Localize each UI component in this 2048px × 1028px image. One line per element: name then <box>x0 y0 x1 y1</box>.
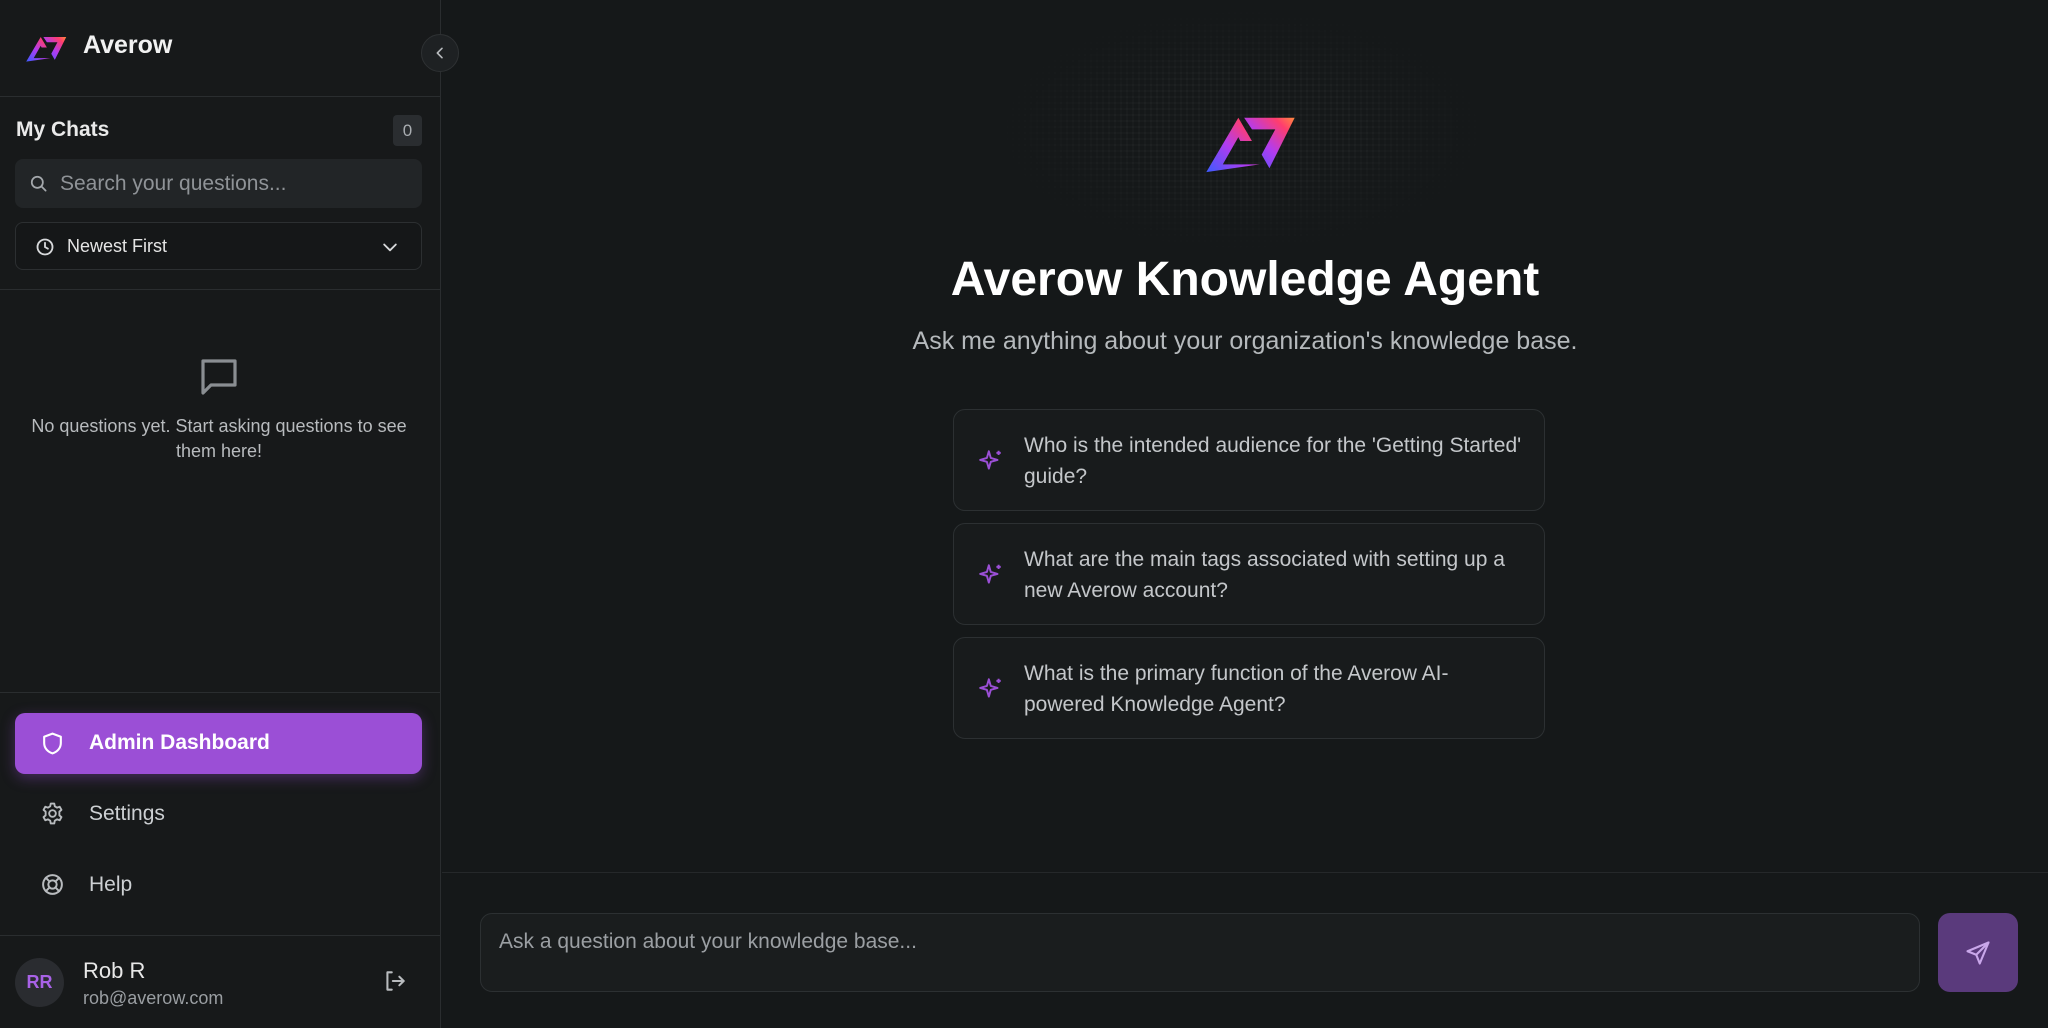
chat-count-badge: 0 <box>393 115 422 146</box>
suggestion-text: What is the primary function of the Aver… <box>1024 662 1449 716</box>
sparkles-icon <box>979 564 1001 584</box>
help-label: Help <box>89 873 133 896</box>
sparkles-icon <box>979 450 1001 470</box>
ask-box[interactable] <box>480 913 1920 992</box>
admin-dashboard-button[interactable]: Admin Dashboard <box>15 713 422 774</box>
composer-divider <box>442 872 2048 873</box>
chevron-left-icon <box>436 47 443 59</box>
chevron-down-icon <box>383 243 397 252</box>
settings-nav-item[interactable]: Settings <box>15 786 422 842</box>
sidebar-divider <box>0 935 441 936</box>
avatar[interactable]: RR <box>15 958 64 1007</box>
chat-bubble-icon <box>201 359 237 395</box>
sort-select-value: Newest First <box>67 236 168 256</box>
search-icon <box>30 175 47 192</box>
sort-select[interactable]: Newest First <box>15 222 422 270</box>
empty-chats-message: No questions yet. Start asking questions… <box>31 416 407 461</box>
user-name: Rob R <box>83 958 146 983</box>
page-subtitle: Ask me anything about your organization'… <box>912 327 1578 355</box>
suggestion-text: Who is the intended audience for the 'Ge… <box>1024 434 1522 488</box>
search-input[interactable] <box>60 159 410 208</box>
send-icon <box>1966 940 1990 965</box>
collapse-sidebar-button[interactable] <box>421 34 459 72</box>
gear-icon <box>42 802 63 825</box>
suggestion-card[interactable]: What is the primary function of the Aver… <box>953 637 1545 739</box>
averow-logo-icon <box>1206 117 1295 173</box>
averow-logo-icon <box>26 37 67 62</box>
search-box[interactable] <box>15 159 422 208</box>
brand-header: Averow <box>0 0 441 97</box>
sidebar-divider <box>0 289 441 290</box>
user-email: rob@averow.com <box>83 988 224 1008</box>
my-chats-heading: My Chats <box>16 118 110 141</box>
admin-dashboard-label: Admin Dashboard <box>89 731 270 754</box>
suggestion-card[interactable]: What are the main tags associated with s… <box>953 523 1545 625</box>
ask-input[interactable] <box>499 930 1899 980</box>
settings-label: Settings <box>89 802 165 825</box>
suggestion-text: What are the main tags associated with s… <box>1024 548 1505 602</box>
main-panel: Averow Knowledge Agent Ask me anything a… <box>442 0 2048 1028</box>
brand-name: Averow <box>83 31 173 59</box>
shield-icon <box>43 732 62 755</box>
page-title: Averow Knowledge Agent <box>950 253 1540 306</box>
sparkles-icon <box>979 678 1001 698</box>
logout-icon <box>386 971 405 991</box>
send-button[interactable] <box>1938 913 2018 992</box>
sidebar: Averow My Chats 0 Newest First No questi… <box>0 0 459 1028</box>
sidebar-divider <box>0 692 441 693</box>
help-nav-item[interactable]: Help <box>15 857 422 913</box>
suggestion-card[interactable]: Who is the intended audience for the 'Ge… <box>953 409 1545 511</box>
logout-button[interactable] <box>382 968 412 998</box>
lifebuoy-icon <box>42 874 63 895</box>
clock-icon <box>36 238 54 256</box>
